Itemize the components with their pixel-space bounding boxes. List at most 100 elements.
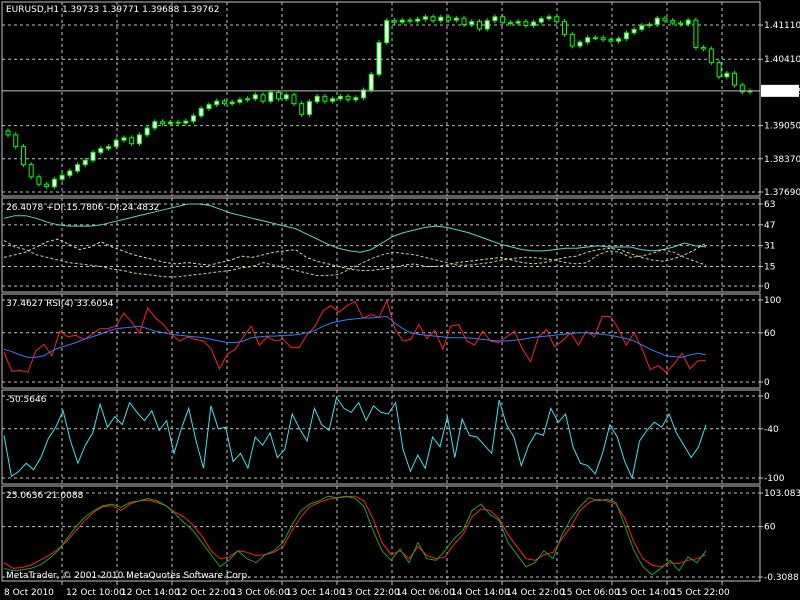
candle[interactable] — [229, 99, 235, 107]
candle-body — [330, 98, 336, 102]
candle[interactable] — [291, 92, 297, 107]
candle[interactable] — [708, 46, 714, 66]
series-wpr-line — [3, 396, 707, 480]
candle[interactable] — [5, 128, 11, 138]
x-tick-label: 13 Oct 22:00 — [341, 588, 400, 598]
candle[interactable] — [198, 106, 204, 119]
candle[interactable] — [129, 135, 135, 147]
candle[interactable] — [500, 14, 506, 26]
candle[interactable] — [75, 162, 81, 174]
candle[interactable] — [160, 119, 166, 127]
candle[interactable] — [639, 23, 645, 32]
candle[interactable] — [577, 39, 583, 49]
y-tick-label: 1.38370 — [764, 155, 800, 165]
y-tick-label: 15 — [764, 262, 775, 272]
candle[interactable] — [438, 14, 444, 24]
candle[interactable] — [268, 89, 274, 104]
candle[interactable] — [245, 96, 251, 103]
candle[interactable] — [453, 15, 459, 23]
candle[interactable] — [492, 14, 498, 24]
candle[interactable] — [13, 132, 19, 150]
candle[interactable] — [283, 92, 289, 102]
candle[interactable] — [384, 18, 390, 46]
candle[interactable] — [546, 14, 552, 22]
candle[interactable] — [183, 118, 189, 126]
candle[interactable] — [276, 89, 282, 102]
candle[interactable] — [121, 135, 127, 143]
candle[interactable] — [415, 16, 421, 24]
candle[interactable] — [716, 60, 722, 80]
x-tick-label: 15 Oct 22:00 — [671, 588, 730, 598]
candle[interactable] — [368, 71, 374, 93]
candle[interactable] — [322, 93, 328, 104]
candle[interactable] — [523, 19, 529, 28]
candle[interactable] — [616, 36, 622, 44]
candle[interactable] — [476, 19, 482, 32]
candle[interactable] — [747, 88, 753, 95]
candle[interactable] — [260, 92, 266, 104]
candle[interactable] — [361, 87, 367, 101]
candle[interactable] — [90, 150, 96, 163]
candle[interactable] — [44, 181, 50, 190]
candle[interactable] — [59, 172, 65, 182]
candle[interactable] — [531, 19, 537, 28]
candle[interactable] — [484, 18, 490, 32]
candle[interactable] — [136, 132, 142, 147]
candle[interactable] — [206, 102, 212, 111]
candle[interactable] — [739, 82, 745, 95]
trading-chart[interactable]: 1.39762 1.41110 1.40410 1.39050 1.38370 1.376… — [0, 0, 800, 600]
candle[interactable] — [252, 92, 258, 102]
candle[interactable] — [677, 20, 683, 27]
candle[interactable] — [693, 17, 699, 50]
candle[interactable] — [330, 96, 336, 104]
candle[interactable] — [144, 125, 150, 138]
candle[interactable] — [569, 31, 575, 49]
candle[interactable] — [600, 35, 606, 43]
candle[interactable] — [67, 168, 73, 178]
candle-body — [600, 37, 606, 41]
candle[interactable] — [701, 45, 707, 52]
candle[interactable] — [314, 93, 320, 105]
candle[interactable] — [469, 19, 475, 27]
candle[interactable] — [337, 93, 343, 102]
candle[interactable] — [98, 146, 104, 155]
candle[interactable] — [175, 119, 181, 126]
candle[interactable] — [20, 144, 26, 168]
candle[interactable] — [430, 14, 436, 24]
candle[interactable] — [221, 98, 227, 107]
candle-body — [469, 21, 475, 26]
candle[interactable] — [376, 40, 382, 77]
candle[interactable] — [152, 119, 158, 131]
candle[interactable] — [345, 93, 351, 103]
candle[interactable] — [391, 18, 397, 25]
candle[interactable] — [724, 70, 730, 80]
candle[interactable] — [353, 95, 359, 103]
candle[interactable] — [623, 30, 629, 42]
candle[interactable] — [237, 97, 243, 105]
candle[interactable] — [51, 176, 57, 190]
candle[interactable] — [36, 174, 42, 187]
candle[interactable] — [592, 35, 598, 41]
candle[interactable] — [422, 14, 428, 22]
candle[interactable] — [399, 17, 405, 25]
candle[interactable] — [299, 101, 305, 117]
candle[interactable] — [28, 162, 34, 180]
candle[interactable] — [407, 17, 413, 24]
candle-body — [5, 130, 11, 136]
candle-body — [608, 39, 614, 42]
candle[interactable] — [191, 113, 196, 124]
candle[interactable] — [732, 70, 738, 88]
candle[interactable] — [113, 137, 119, 150]
candle[interactable] — [670, 18, 676, 26]
candle[interactable] — [105, 144, 111, 151]
candle[interactable] — [647, 22, 653, 28]
candle[interactable] — [554, 14, 560, 25]
candle[interactable] — [214, 98, 220, 108]
candle-body — [446, 16, 452, 21]
candle[interactable] — [662, 15, 668, 24]
candle[interactable] — [562, 19, 567, 37]
candle[interactable] — [306, 99, 312, 117]
candle[interactable] — [631, 26, 637, 36]
candle[interactable] — [585, 35, 591, 45]
candle[interactable] — [538, 16, 544, 25]
